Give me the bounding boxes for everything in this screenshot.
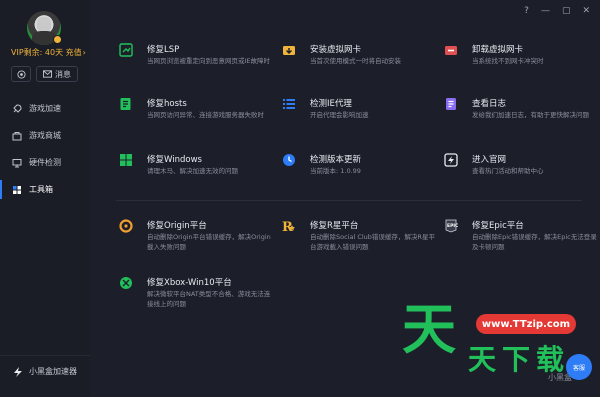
vip-remaining[interactable]: VIP剩余: 40天 充值› [11,47,86,58]
lightning-logo-icon [14,366,22,377]
website-icon [444,153,458,167]
toolbox-icon [13,185,21,194]
hosts-repair-icon [120,98,131,110]
settings-button[interactable] [11,66,31,82]
watermark-url: www.TTzip.com [476,314,576,334]
svg-text:EPIC: EPIC [447,223,458,229]
watermark-large-char: 天 [402,297,456,361]
sidebar-divider [0,355,90,356]
log-icon [446,98,456,110]
sidebar-item-hardware-check[interactable]: 硬件检测 [0,149,90,176]
vip-badge-icon [53,35,62,44]
sidebar: VIP剩余: 40天 充值› 消息 游戏加速 游戏商城 硬件检测 工具箱 小黑盒… [0,0,90,397]
xbox-icon [120,277,132,289]
install-nic-icon [283,46,295,55]
sidebar-nav: 游戏加速 游戏商城 硬件检测 工具箱 [0,95,90,203]
section-divider [116,200,582,201]
origin-icon [119,219,133,233]
uninstall-nic-icon [445,46,457,55]
mail-icon [43,70,52,78]
target-icon [16,69,26,79]
brand-footer: 小黑盒加速器 [13,366,77,377]
windows-repair-icon [120,154,132,166]
monitor-icon [12,158,22,167]
rocket-icon [13,103,22,113]
lsp-repair-icon [119,43,133,57]
message-button[interactable]: 消息 [36,66,78,82]
update-icon [283,154,295,166]
sidebar-item-game-store[interactable]: 游戏商城 [0,122,90,149]
epic-icon: EPIC [445,219,458,233]
customer-service-button[interactable]: 客服 [566,354,592,380]
ie-proxy-icon [283,99,295,109]
chat-label: 客服 [572,364,585,372]
sidebar-item-toolbox[interactable]: 工具箱 [0,176,90,203]
store-icon [12,131,22,140]
sidebar-item-game-boost[interactable]: 游戏加速 [0,95,90,122]
rockstar-icon: R [282,220,295,233]
